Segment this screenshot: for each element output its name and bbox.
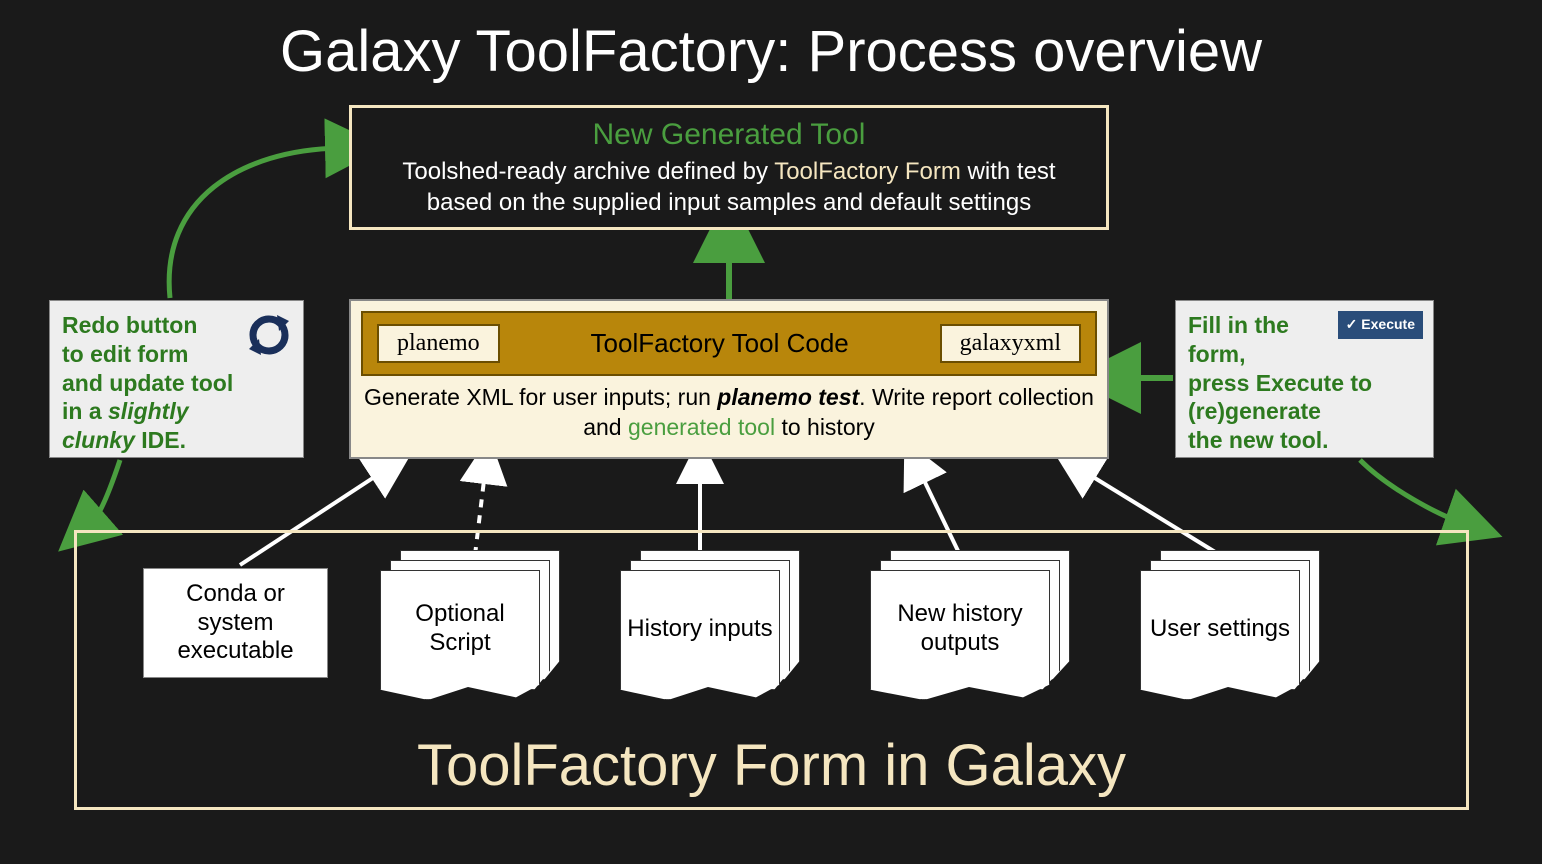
left-note: Redo button to edit form and update tool… bbox=[49, 300, 304, 458]
code-header-title: ToolFactory Tool Code bbox=[591, 328, 849, 359]
page-title: Galaxy ToolFactory: Process overview bbox=[0, 18, 1542, 85]
redo-icon bbox=[245, 311, 293, 359]
generated-tool-box: New Generated Tool Toolshed-ready archiv… bbox=[349, 105, 1109, 230]
check-icon: ✓ bbox=[1346, 316, 1358, 334]
code-desc: Generate XML for user inputs; run planem… bbox=[361, 383, 1097, 443]
code-header: planemo ToolFactory Tool Code galaxyxml bbox=[361, 311, 1097, 376]
right-note: ✓ Execute Fill in the form, press Execut… bbox=[1175, 300, 1434, 458]
chip-galaxyxml: galaxyxml bbox=[940, 324, 1081, 363]
toolfactory-code-box: planemo ToolFactory Tool Code galaxyxml … bbox=[349, 299, 1109, 459]
generated-tool-desc: Toolshed-ready archive defined by ToolFa… bbox=[372, 156, 1086, 218]
execute-button[interactable]: ✓ Execute bbox=[1338, 311, 1423, 339]
card-conda: Conda or system executable bbox=[143, 568, 328, 678]
generated-tool-heading: New Generated Tool bbox=[372, 118, 1086, 152]
chip-planemo: planemo bbox=[377, 324, 500, 363]
form-title: ToolFactory Form in Galaxy bbox=[77, 732, 1466, 799]
